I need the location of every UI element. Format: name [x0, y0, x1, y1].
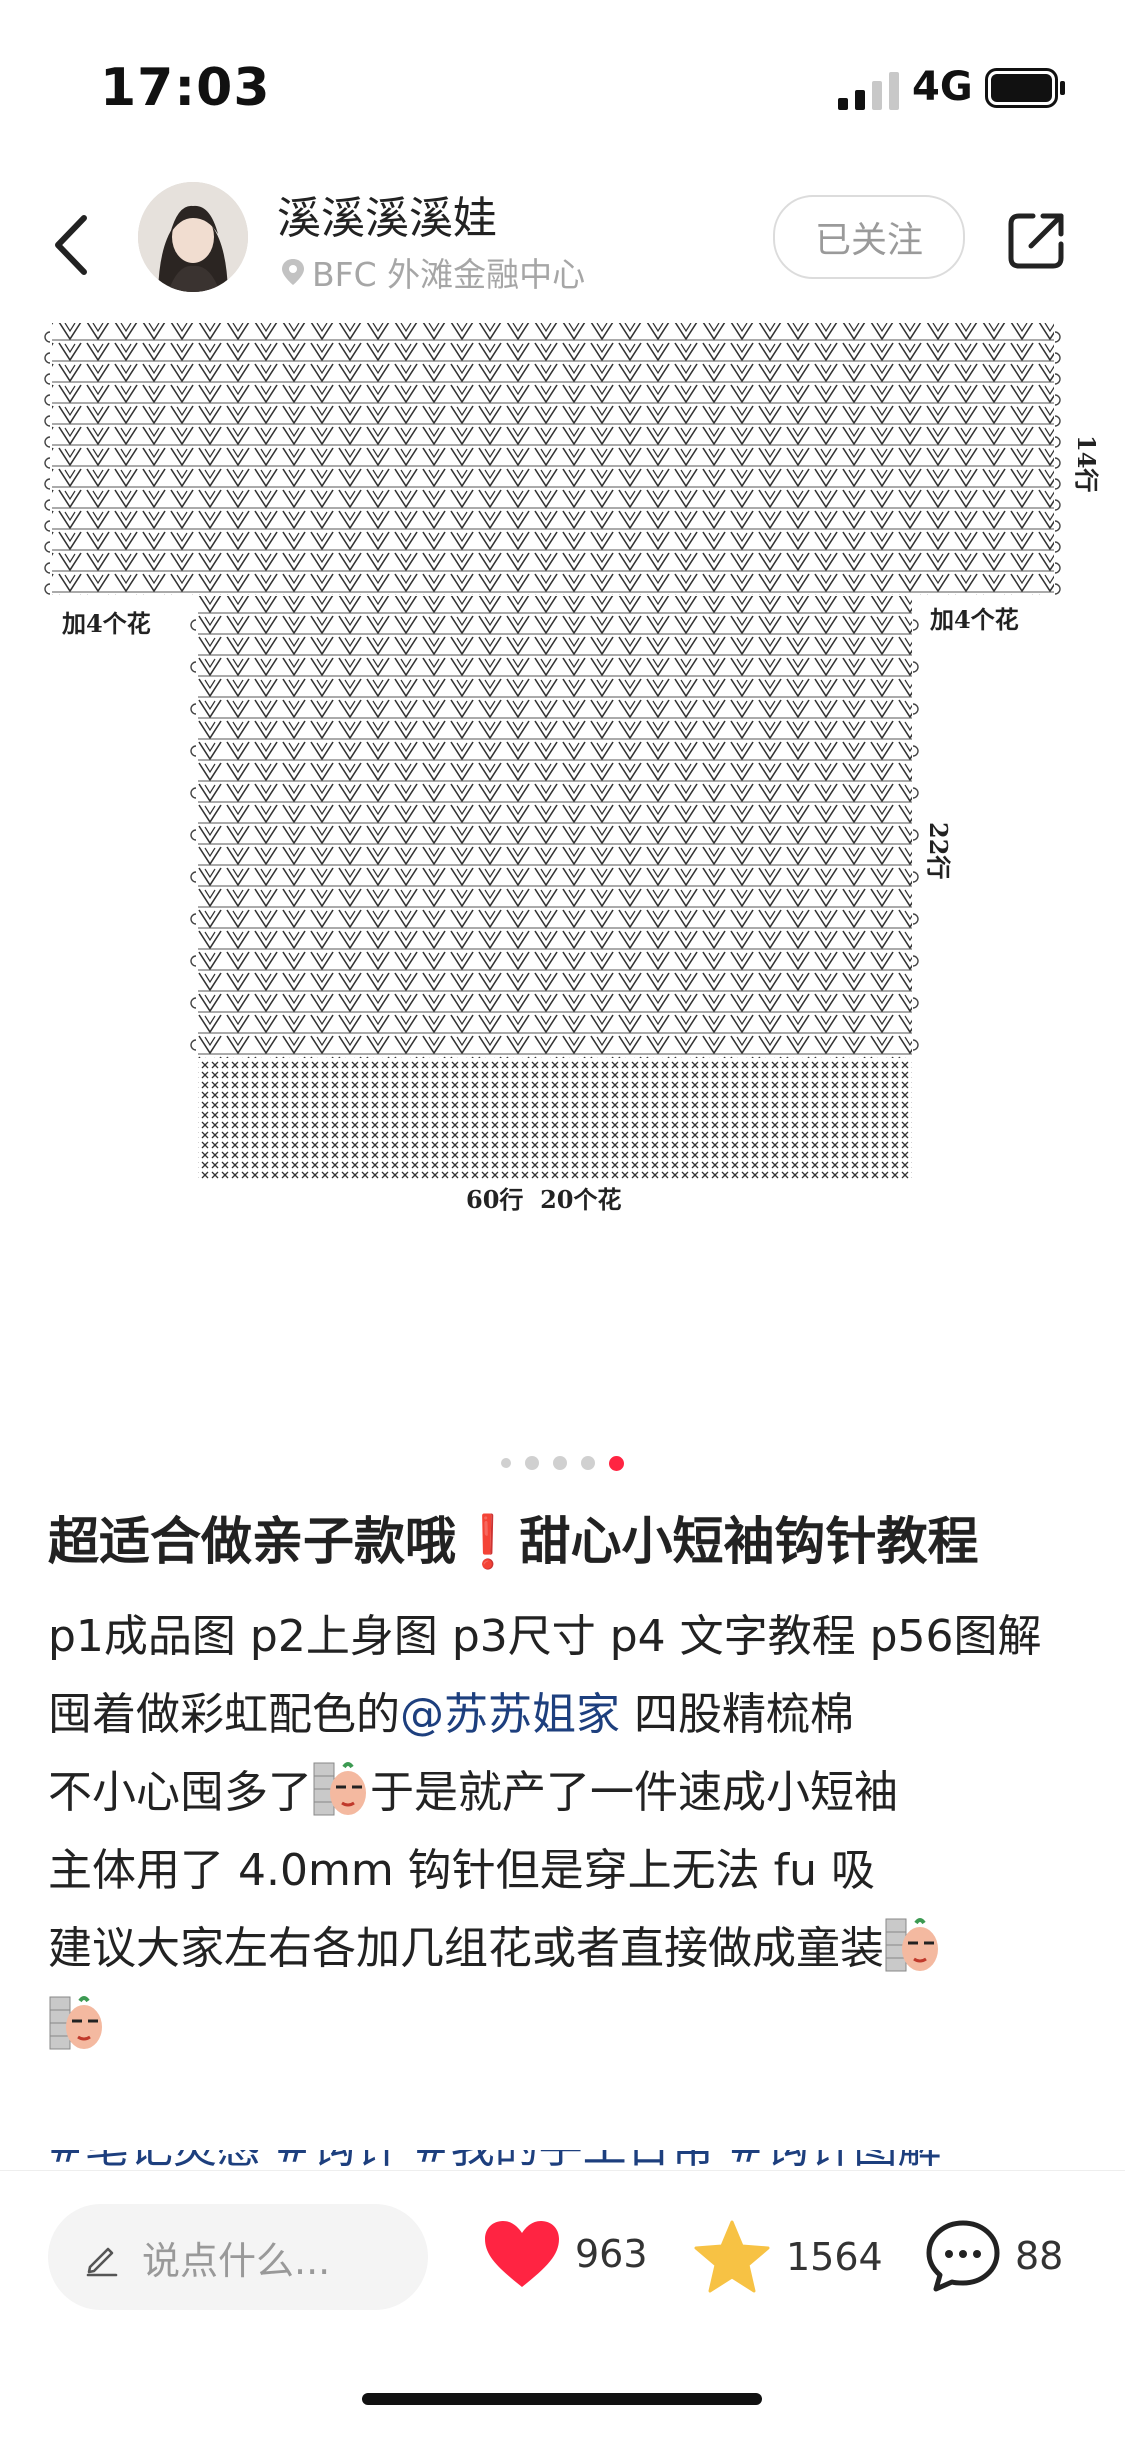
chart-label-rows-top: 14行	[1072, 435, 1101, 492]
chart-middle-section	[198, 596, 912, 1058]
comment-bubble-icon	[926, 2220, 1000, 2292]
post-line-text: 不小心囤多了	[48, 1767, 312, 1818]
post-line-text: 建议大家左右各加几组花或者直接做成童装	[48, 1923, 884, 1974]
post-line: 主体用了 4.0mm 钩针但是穿上无法 fu 吸	[48, 1845, 876, 1896]
sly-emoji-icon	[885, 1918, 938, 1972]
location-pin-icon	[282, 259, 304, 285]
carousel-dot[interactable]	[501, 1458, 511, 1468]
collect-count: 1564	[786, 2235, 883, 2279]
star-icon	[694, 2220, 770, 2293]
avatar-image	[138, 182, 248, 292]
like-button[interactable]: 963	[483, 2219, 648, 2289]
chart-label-bottom: 60行 20个花	[466, 1185, 622, 1214]
post-line: 不小心囤多了 于是就产了一件速成小短袖	[48, 1754, 1088, 1832]
signal-icon	[838, 72, 899, 110]
bottom-action-bar: 说点什么... 963 1564 88	[0, 2170, 1125, 2437]
like-count: 963	[575, 2232, 648, 2276]
comment-count: 88	[1015, 2234, 1064, 2278]
chart-label-left: 加4个花	[62, 609, 151, 638]
comment-placeholder: 说点什么...	[142, 2238, 331, 2283]
battery-icon	[985, 68, 1065, 108]
post-line-text: 于是就产了一件速成小短袖	[370, 1767, 898, 1818]
post-line	[48, 1988, 1088, 2066]
comment-input[interactable]: 说点什么...	[48, 2204, 428, 2310]
location[interactable]: BFC 外滩金融中心	[280, 248, 585, 296]
mention-link[interactable]: @苏苏姐家	[400, 1689, 620, 1740]
post-image-crochet-chart[interactable]: 14行 加4个花 加4个花 22行 60行 20个花	[0, 320, 1125, 1420]
pencil-icon	[86, 2247, 118, 2277]
post-line-text: 四股精梳棉	[620, 1689, 854, 1740]
status-bar: 17:03 4G	[0, 0, 1125, 170]
post-line: 囤着做彩虹配色的@苏苏姐家 四股精梳棉	[48, 1676, 1088, 1754]
post-header: 溪溪溪溪娃 BFC 外滩金融中心 已关注	[0, 170, 1125, 320]
carousel-dot[interactable]	[553, 1456, 567, 1470]
carousel-dot-active[interactable]	[609, 1455, 624, 1471]
post-title: 超适合做亲子款哦❗甜心小短袖钩针教程	[48, 1513, 979, 1572]
heart-icon	[485, 2221, 559, 2287]
chart-label-rows-mid: 22行	[924, 822, 953, 879]
chart-bottom-ribbing	[198, 1060, 912, 1180]
share-icon[interactable]	[1005, 208, 1069, 272]
location-text: BFC 外滩金融中心	[312, 255, 586, 294]
collect-button[interactable]: 1564	[692, 2219, 883, 2295]
chart-label-right: 加4个花	[930, 605, 1019, 634]
carousel-dot[interactable]	[581, 1456, 595, 1470]
post-line: 建议大家左右各加几组花或者直接做成童装	[48, 1910, 1088, 1988]
post-body: p1成品图 p2上身图 p3尺寸 p4 文字教程 p56图解 囤着做彩虹配色的@…	[48, 1598, 1088, 2066]
sly-emoji-icon	[313, 1762, 366, 1816]
sly-emoji-icon	[49, 1996, 102, 2050]
post-line-text: 囤着做彩虹配色的	[48, 1689, 400, 1740]
comment-button[interactable]: 88	[925, 2219, 1063, 2293]
chart-top-section	[52, 323, 1054, 595]
follow-button[interactable]: 已关注	[773, 195, 965, 279]
network-type: 4G	[912, 64, 973, 110]
back-arrow-icon[interactable]	[48, 210, 96, 280]
home-indicator	[362, 2393, 762, 2405]
status-time: 17:03	[100, 58, 271, 118]
carousel-dot[interactable]	[525, 1456, 539, 1470]
username[interactable]: 溪溪溪溪娃	[277, 182, 497, 246]
avatar[interactable]	[138, 182, 248, 292]
carousel-indicator[interactable]	[0, 1453, 1125, 1473]
post-line: p1成品图 p2上身图 p3尺寸 p4 文字教程 p56图解	[48, 1611, 1042, 1662]
crochet-chart-svg: 14行 加4个花 加4个花 22行 60行 20个花	[44, 323, 1101, 1214]
